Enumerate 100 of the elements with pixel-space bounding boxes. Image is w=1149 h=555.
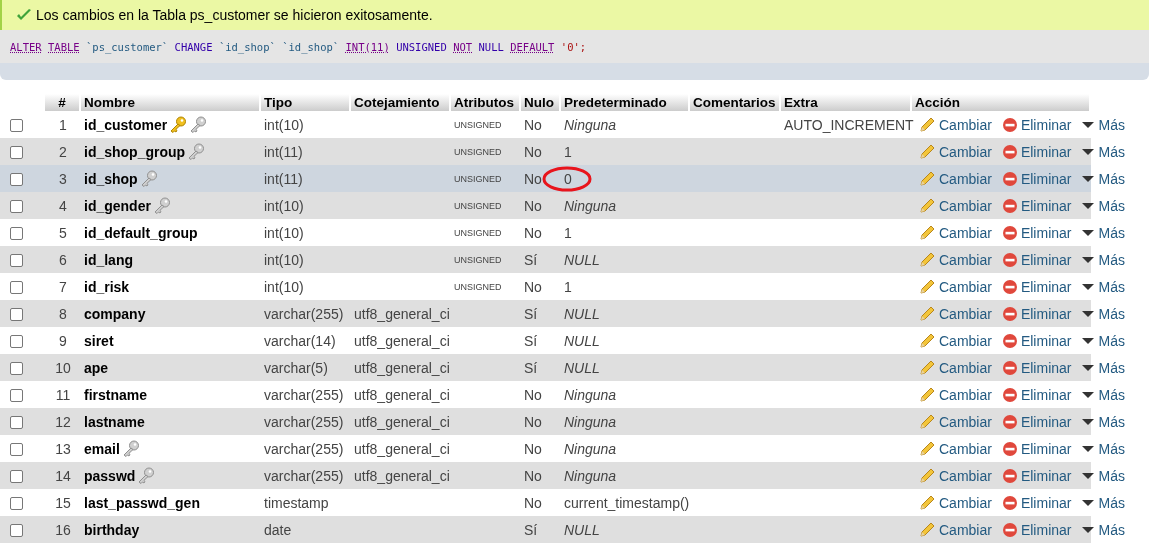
row-checkbox[interactable] xyxy=(10,119,23,133)
delete-icon xyxy=(1001,170,1018,187)
more-link[interactable]: Más xyxy=(1081,116,1125,133)
delete-link[interactable]: Eliminar xyxy=(1001,143,1072,160)
row-checkbox[interactable] xyxy=(10,497,23,511)
pencil-icon xyxy=(918,331,936,350)
more-link[interactable]: Más xyxy=(1081,413,1125,430)
delete-link[interactable]: Eliminar xyxy=(1001,440,1072,457)
delete-link[interactable]: Eliminar xyxy=(1001,197,1072,214)
column-header: Acción xyxy=(912,94,1091,111)
default-cell: Ninguna xyxy=(564,440,617,457)
change-link[interactable]: Cambiar xyxy=(918,439,992,458)
change-link[interactable]: Cambiar xyxy=(918,358,992,377)
delete-link[interactable]: Eliminar xyxy=(1001,170,1072,187)
default-cell: Ninguna xyxy=(564,197,617,214)
change-link[interactable]: Cambiar xyxy=(918,169,992,188)
delete-link[interactable]: Eliminar xyxy=(1001,278,1072,295)
type-cell: varchar(255) xyxy=(264,305,344,322)
delete-link[interactable]: Eliminar xyxy=(1001,494,1072,511)
column-name: email xyxy=(84,440,120,457)
null-cell: No xyxy=(524,494,542,511)
delete-icon xyxy=(1001,359,1018,376)
column-header: Nulo xyxy=(521,94,561,111)
null-cell: No xyxy=(524,170,542,187)
key-icon[interactable] xyxy=(137,467,156,484)
change-link[interactable]: Cambiar xyxy=(918,520,992,539)
default-cell: Ninguna xyxy=(564,386,617,403)
delete-icon xyxy=(1001,278,1018,295)
more-link[interactable]: Más xyxy=(1081,251,1125,268)
row-checkbox[interactable] xyxy=(10,173,23,187)
more-link[interactable]: Más xyxy=(1081,170,1125,187)
row-checkbox[interactable] xyxy=(10,200,23,214)
change-link[interactable]: Cambiar xyxy=(918,385,992,404)
row-checkbox[interactable] xyxy=(10,281,23,295)
change-link[interactable]: Cambiar xyxy=(918,331,992,350)
more-link[interactable]: Más xyxy=(1081,440,1125,457)
delete-link[interactable]: Eliminar xyxy=(1001,359,1072,376)
more-link[interactable]: Más xyxy=(1081,197,1125,214)
key-icon[interactable] xyxy=(169,116,188,133)
default-cell: NULL xyxy=(564,305,600,322)
more-link[interactable]: Más xyxy=(1081,467,1125,484)
row-checkbox[interactable] xyxy=(10,389,23,403)
row-checkbox[interactable] xyxy=(10,524,23,538)
change-link[interactable]: Cambiar xyxy=(918,277,992,296)
delete-link[interactable]: Eliminar xyxy=(1001,413,1072,430)
row-checkbox[interactable] xyxy=(10,308,23,322)
delete-link[interactable]: Eliminar xyxy=(1001,521,1072,538)
key-icon[interactable] xyxy=(139,170,158,187)
more-link[interactable]: Más xyxy=(1081,521,1125,538)
row-checkbox[interactable] xyxy=(10,443,23,457)
row-checkbox[interactable] xyxy=(10,416,23,430)
change-link[interactable]: Cambiar xyxy=(918,115,992,134)
delete-link[interactable]: Eliminar xyxy=(1001,386,1072,403)
row-checkbox[interactable] xyxy=(10,254,23,268)
delete-icon xyxy=(1001,440,1018,457)
more-link[interactable]: Más xyxy=(1081,386,1125,403)
null-cell: Sí xyxy=(524,251,538,268)
default-cell: 1 xyxy=(564,224,572,241)
change-link[interactable]: Cambiar xyxy=(918,142,992,161)
row-checkbox[interactable] xyxy=(10,470,23,484)
key-icon[interactable] xyxy=(121,440,140,457)
change-link[interactable]: Cambiar xyxy=(918,250,992,269)
change-link[interactable]: Cambiar xyxy=(918,223,992,242)
delete-link[interactable]: Eliminar xyxy=(1001,305,1072,322)
delete-link[interactable]: Eliminar xyxy=(1001,251,1072,268)
more-link[interactable]: Más xyxy=(1081,305,1125,322)
default-cell: 1 xyxy=(564,278,572,295)
row-checkbox[interactable] xyxy=(10,362,23,376)
attributes-cell: UNSIGNED xyxy=(454,254,502,265)
delete-link[interactable]: Eliminar xyxy=(1001,467,1072,484)
more-link[interactable]: Más xyxy=(1081,494,1125,511)
collation-cell: utf8_general_ci xyxy=(354,305,450,322)
change-link[interactable]: Cambiar xyxy=(918,196,992,215)
change-link[interactable]: Cambiar xyxy=(918,304,992,323)
more-link[interactable]: Más xyxy=(1081,332,1125,349)
row-checkbox[interactable] xyxy=(10,227,23,241)
key-icon[interactable] xyxy=(187,143,206,160)
row-checkbox[interactable] xyxy=(10,335,23,349)
more-link[interactable]: Más xyxy=(1081,359,1125,376)
column-header: # xyxy=(45,94,81,111)
change-link[interactable]: Cambiar xyxy=(918,493,992,512)
caret-icon xyxy=(1081,200,1096,211)
row-checkbox[interactable] xyxy=(10,146,23,160)
delete-link[interactable]: Eliminar xyxy=(1001,116,1072,133)
key-icon[interactable] xyxy=(152,197,171,214)
row-number: 4 xyxy=(59,197,67,214)
caret-icon xyxy=(1081,470,1096,481)
delete-link[interactable]: Eliminar xyxy=(1001,332,1072,349)
attributes-cell: UNSIGNED xyxy=(454,119,502,130)
more-link[interactable]: Más xyxy=(1081,278,1125,295)
column-name: passwd xyxy=(84,467,136,484)
key-icon[interactable] xyxy=(189,116,208,133)
delete-icon xyxy=(1001,494,1018,511)
change-link[interactable]: Cambiar xyxy=(918,466,992,485)
delete-link[interactable]: Eliminar xyxy=(1001,224,1072,241)
more-link[interactable]: Más xyxy=(1081,143,1125,160)
row-number: 3 xyxy=(59,170,67,187)
default-cell: Ninguna xyxy=(564,413,617,430)
more-link[interactable]: Más xyxy=(1081,224,1125,241)
change-link[interactable]: Cambiar xyxy=(918,412,992,431)
